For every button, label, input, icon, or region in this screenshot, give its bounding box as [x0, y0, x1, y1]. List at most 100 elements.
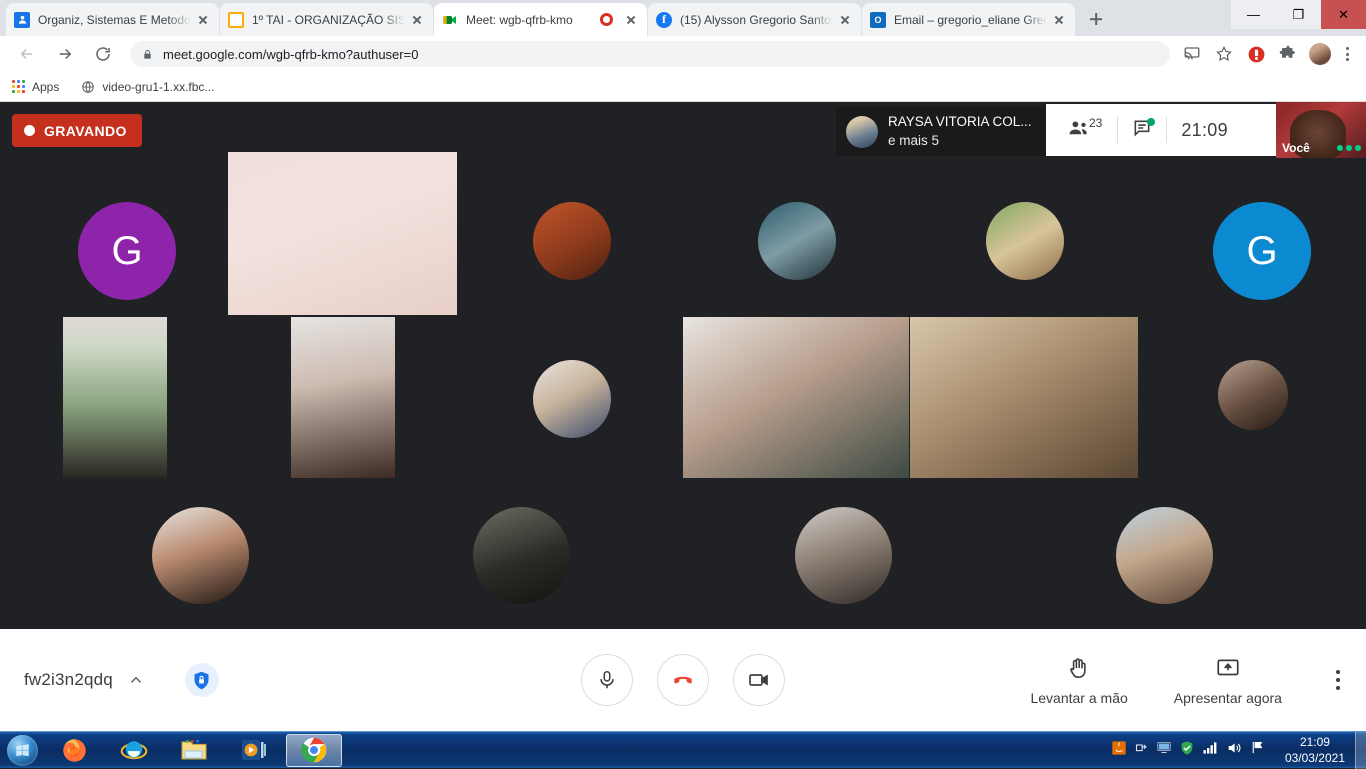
volume-icon[interactable]	[1226, 740, 1242, 761]
show-desktop-button[interactable]	[1355, 731, 1366, 769]
tab-title: (15) Alysson Gregorio Santos | Fa	[680, 12, 833, 27]
shield-lock-icon[interactable]	[184, 663, 219, 697]
java-icon[interactable]	[1111, 740, 1127, 761]
microphone-button[interactable]	[580, 654, 633, 706]
chrome-menu-kebab[interactable]	[1336, 47, 1358, 61]
participants-button[interactable]: 23	[1046, 115, 1117, 145]
browser-tab-3[interactable]: f (15) Alysson Gregorio Santos | Fa	[648, 3, 861, 36]
lock-icon	[142, 48, 153, 61]
tab-title: Organiz, Sistemas E Metodos - 1	[38, 12, 191, 27]
meeting-clock: 21:09	[1167, 115, 1242, 145]
address-bar[interactable]: meet.google.com/wgb-qfrb-kmo?authuser=0	[130, 41, 1170, 67]
browser-tab-0[interactable]: Organiz, Sistemas E Metodos - 1	[6, 3, 219, 36]
active-speaker-chip[interactable]: RAYSA VITORIA COL... e mais 5	[836, 107, 1046, 156]
meet-header-panel: 23 21:09	[1046, 104, 1276, 156]
maximize-button[interactable]: ❐	[1276, 0, 1321, 29]
bookmark-apps[interactable]: Apps	[12, 80, 59, 94]
file-explorer-icon[interactable]	[166, 734, 222, 767]
signal-bars-icon[interactable]	[1202, 741, 1219, 760]
firefox-icon[interactable]	[46, 734, 102, 767]
participants-count: 23	[1089, 116, 1103, 130]
chat-button[interactable]	[1118, 115, 1166, 145]
media-player-icon[interactable]	[226, 734, 282, 767]
extensions-puzzle-icon[interactable]	[1275, 41, 1301, 67]
chat-unread-badge	[1147, 118, 1156, 126]
windows-taskbar: 21:09 03/03/2021	[0, 731, 1366, 769]
clock-date: 03/03/2021	[1284, 751, 1345, 765]
reload-button[interactable]	[89, 40, 117, 68]
bookmark-video-gru[interactable]: video-gru1-1.xx.fbc...	[81, 80, 214, 94]
bookmark-label: Apps	[32, 79, 60, 94]
google-chrome-icon[interactable]	[286, 733, 342, 767]
meeting-code: fw2i3n2qdq	[24, 670, 113, 689]
tab-title: Meet: wgb-qfrb-kmo	[466, 12, 573, 27]
profile-avatar[interactable]	[1309, 43, 1331, 65]
self-view-tile[interactable]: Você	[1276, 102, 1366, 158]
close-window-button[interactable]: ✕	[1321, 0, 1366, 29]
raise-hand-button[interactable]: Levantar a mão	[1030, 655, 1128, 706]
participant-tile-video[interactable]	[683, 317, 909, 478]
present-now-button[interactable]: Apresentar agora	[1174, 655, 1282, 706]
action-flag-icon[interactable]	[1249, 740, 1265, 760]
browser-tab-2[interactable]: Meet: wgb-qfrb-kmo	[434, 3, 647, 36]
avatar	[846, 115, 878, 148]
windows-start-orb-icon[interactable]	[2, 734, 42, 767]
participant-tile-avatar[interactable]	[1218, 360, 1288, 430]
window-controls: — ❐ ✕	[1231, 0, 1366, 29]
raise-hand-icon	[1066, 655, 1092, 684]
close-icon[interactable]	[195, 12, 211, 28]
meet-control-bar: fw2i3n2qdq Levantar a mão Apresentar ago…	[0, 629, 1366, 731]
cast-icon[interactable]	[1179, 41, 1205, 67]
more-vertical-icon[interactable]	[1335, 670, 1340, 690]
participant-tile-avatar-letter[interactable]: G	[1213, 202, 1311, 300]
three-dots-green-icon[interactable]	[1337, 145, 1361, 151]
participant-tile-avatar[interactable]	[533, 202, 611, 280]
new-tab-button[interactable]	[1082, 5, 1110, 33]
participant-tile-avatar[interactable]	[1116, 507, 1213, 604]
usb-eject-icon[interactable]	[1134, 740, 1149, 760]
chevron-up-icon[interactable]	[127, 671, 145, 689]
clock-time: 21:09	[1299, 734, 1330, 749]
browser-tab-1[interactable]: 1º TAI - ORGANIZAÇÃO SISTEMAS	[220, 3, 433, 36]
browser-tab-4[interactable]: O Email – gregorio_eliane Gregorio	[862, 3, 1075, 36]
chrome-browser-window: Organiz, Sistemas E Metodos - 1 1º TAI -…	[0, 0, 1366, 731]
taskbar-clock[interactable]: 21:09 03/03/2021	[1275, 734, 1355, 766]
meet-icon	[442, 11, 458, 28]
close-icon[interactable]	[1051, 12, 1067, 28]
adblock-icon[interactable]	[1243, 41, 1269, 67]
participant-tile-avatar[interactable]	[986, 202, 1064, 280]
bookmark-star-icon[interactable]	[1211, 41, 1237, 67]
participant-grid: GG	[38, 152, 1328, 632]
hangup-button[interactable]	[656, 654, 709, 706]
participant-tile-avatar-letter[interactable]: G	[78, 202, 176, 300]
antivirus-shield-icon[interactable]	[1179, 740, 1195, 761]
participant-tile-video[interactable]	[910, 317, 1138, 478]
close-icon[interactable]	[623, 12, 639, 28]
participant-tile-avatar[interactable]	[152, 507, 249, 604]
present-screen-icon	[1215, 655, 1241, 684]
participant-tile-avatar[interactable]	[795, 507, 892, 604]
participant-tile-avatar[interactable]	[758, 202, 836, 280]
globe-icon	[81, 80, 95, 94]
facebook-icon: f	[656, 11, 672, 28]
network-monitor-icon[interactable]	[1156, 740, 1172, 760]
browser-toolbar: meet.google.com/wgb-qfrb-kmo?authuser=0	[0, 36, 1366, 72]
participant-tile-avatar[interactable]	[473, 507, 570, 604]
participant-tile-video[interactable]	[291, 317, 395, 478]
forward-button[interactable]	[51, 40, 79, 68]
tab-title: 1º TAI - ORGANIZAÇÃO SISTEMAS	[252, 12, 405, 27]
camera-button[interactable]	[732, 654, 785, 706]
internet-explorer-icon[interactable]	[106, 734, 162, 767]
people-icon	[1068, 119, 1090, 142]
clock-text: 21:09	[1181, 119, 1228, 140]
back-button[interactable]	[13, 40, 41, 68]
minimize-button[interactable]: —	[1231, 0, 1276, 29]
system-tray: 21:09 03/03/2021	[1101, 731, 1366, 769]
participant-tile-avatar[interactable]	[533, 360, 611, 438]
close-icon[interactable]	[409, 12, 425, 28]
recording-badge: GRAVANDO	[12, 114, 142, 147]
participant-tile-video[interactable]	[228, 152, 457, 315]
close-icon[interactable]	[837, 12, 853, 28]
participant-tile-video[interactable]	[63, 317, 167, 478]
tab-title: Email – gregorio_eliane Gregorio	[894, 12, 1047, 27]
